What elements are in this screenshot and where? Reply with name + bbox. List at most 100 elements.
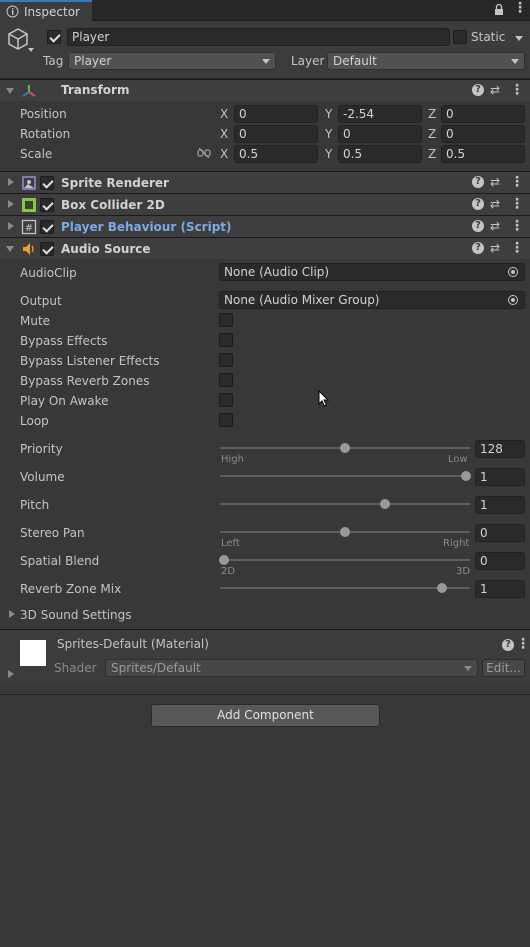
help-icon[interactable]: ? [472,198,484,210]
help-icon[interactable]: ? [472,220,484,232]
static-checkbox[interactable] [453,30,467,44]
transform-body: Position X 0 Y -2.54 Z 0 Rotation X 0 Y … [0,101,530,171]
sprite-renderer-enabled-checkbox[interactable] [40,176,54,190]
context-menu-icon[interactable]: ⋮ [516,636,530,652]
tag-dropdown[interactable]: Player [68,52,276,70]
pitch-slider-knob[interactable] [380,499,391,509]
context-menu-icon[interactable]: ⋮ [510,240,524,256]
position-x-field[interactable]: 0 [234,105,318,123]
volume-field[interactable]: 1 [475,468,525,486]
player-behaviour-title[interactable]: Player Behaviour (Script) [61,220,232,234]
chevron-down-icon [262,59,270,64]
foldout-open-icon[interactable] [6,246,14,252]
presets-icon[interactable]: ⇄ [490,197,500,211]
play-on-awake-checkbox[interactable] [219,393,233,407]
priority-field[interactable]: 128 [475,440,525,458]
output-field[interactable]: None (Audio Mixer Group) [219,291,525,309]
stereo-pan-field[interactable]: 0 [475,524,525,542]
audio-source-header[interactable]: Audio Source ? ⇄ ⋮ [0,237,530,259]
rotation-x-field[interactable]: 0 [234,125,318,143]
loop-checkbox[interactable] [219,413,233,427]
scale-z-field[interactable]: 0.5 [441,145,525,163]
transform-icon [22,85,36,97]
lock-icon[interactable] [494,4,504,16]
audio-source-body: AudioClip None (Audio Clip) Output None … [0,259,530,629]
presets-icon[interactable]: ⇄ [490,83,500,97]
presets-icon[interactable]: ⇄ [490,175,500,189]
object-picker-icon[interactable] [508,295,518,305]
rotation-z-field[interactable]: 0 [441,125,525,143]
help-icon[interactable]: ? [502,639,514,651]
volume-slider-knob[interactable] [461,471,471,481]
bypass-listener-effects-checkbox[interactable] [219,353,233,367]
help-icon[interactable]: ? [472,242,484,254]
priority-slider-knob[interactable] [340,443,350,453]
context-menu-icon[interactable]: ⋮ [510,82,524,98]
foldout-closed-icon[interactable] [8,222,14,230]
mute-label: Mute [20,314,51,328]
foldout-closed-icon[interactable] [8,178,14,186]
position-y-field[interactable]: -2.54 [338,105,422,123]
help-icon[interactable]: ? [472,84,484,96]
audio-source-enabled-checkbox[interactable] [40,242,54,256]
object-picker-icon[interactable] [508,267,518,277]
axis-y-label: Y [325,127,333,141]
window-menu-icon[interactable]: ⋮ [513,0,527,16]
player-behaviour-enabled-checkbox[interactable] [40,220,54,234]
position-z-field[interactable]: 0 [441,105,525,123]
reverb-zone-mix-slider-track[interactable] [220,587,470,589]
edit-shader-button[interactable]: Edit... [482,659,525,677]
presets-icon[interactable]: ⇄ [490,219,500,233]
active-checkbox[interactable] [47,30,61,44]
audioclip-field[interactable]: None (Audio Clip) [219,263,525,281]
foldout-closed-icon[interactable] [9,610,15,618]
add-component-button[interactable]: Add Component [151,704,380,727]
static-dropdown-caret[interactable] [515,36,523,41]
box-collider-enabled-checkbox[interactable] [40,198,54,212]
stereo-pan-slider-knob[interactable] [340,527,350,537]
audio-source-title: Audio Source [61,242,151,256]
presets-icon[interactable]: ⇄ [490,241,500,255]
spatial-blend-slider-knob[interactable] [219,555,229,565]
sprite-renderer-header[interactable]: Sprite Renderer ? ⇄ ⋮ [0,171,530,193]
header-actions: ? ⇄ ⋮ [472,196,524,213]
reverb-zone-mix-field[interactable]: 1 [475,580,525,598]
name-field[interactable]: Player [67,28,450,46]
axis-x-label: X [220,147,229,161]
spatial-blend-field[interactable]: 0 [475,552,525,570]
tab-inspector[interactable]: Inspector [0,0,92,21]
spatial-blend-slider-track[interactable] [220,559,470,561]
icon-dropdown-caret[interactable] [28,48,34,52]
shader-value: Sprites/Default [111,661,201,675]
transform-header[interactable]: Transform ? ⇄ ⋮ [0,79,530,101]
layer-dropdown[interactable]: Default [327,52,525,70]
box-collider-header[interactable]: Box Collider 2D ? ⇄ ⋮ [0,193,530,215]
scale-y-field[interactable]: 0.5 [338,145,422,163]
context-menu-icon[interactable]: ⋮ [510,196,524,212]
help-icon[interactable]: ? [472,176,484,188]
reverb-zone-mix-slider-knob[interactable] [436,583,447,593]
context-menu-icon[interactable]: ⋮ [510,174,524,190]
foldout-closed-icon[interactable] [8,200,14,208]
foldout-closed-icon[interactable] [8,670,14,678]
header-actions: ? ⇄ ⋮ [472,82,524,99]
mute-checkbox[interactable] [219,313,233,327]
bypass-reverb-zones-checkbox[interactable] [219,373,233,387]
header-actions: ? ⇄ ⋮ [472,218,524,235]
player-behaviour-header[interactable]: # Player Behaviour (Script) ? ⇄ ⋮ [0,215,530,237]
divider [0,694,530,695]
shader-dropdown[interactable]: Sprites/Default [105,659,478,677]
foldout-open-icon[interactable] [6,88,14,94]
pitch-slider-track[interactable] [220,503,470,505]
3d-sound-settings-foldout[interactable]: 3D Sound Settings [20,608,132,622]
material-title: Sprites-Default (Material) [57,637,209,651]
volume-slider-track[interactable] [220,475,470,477]
unlinked-scale-icon[interactable] [197,148,211,158]
rotation-y-field[interactable]: 0 [338,125,422,143]
pitch-field[interactable]: 1 [475,496,525,514]
context-menu-icon[interactable]: ⋮ [510,218,524,234]
scale-x-field[interactable]: 0.5 [234,145,318,163]
bypass-effects-checkbox[interactable] [219,333,233,347]
gameobject-cube-icon[interactable] [7,27,29,51]
box-collider-icon [22,198,36,212]
